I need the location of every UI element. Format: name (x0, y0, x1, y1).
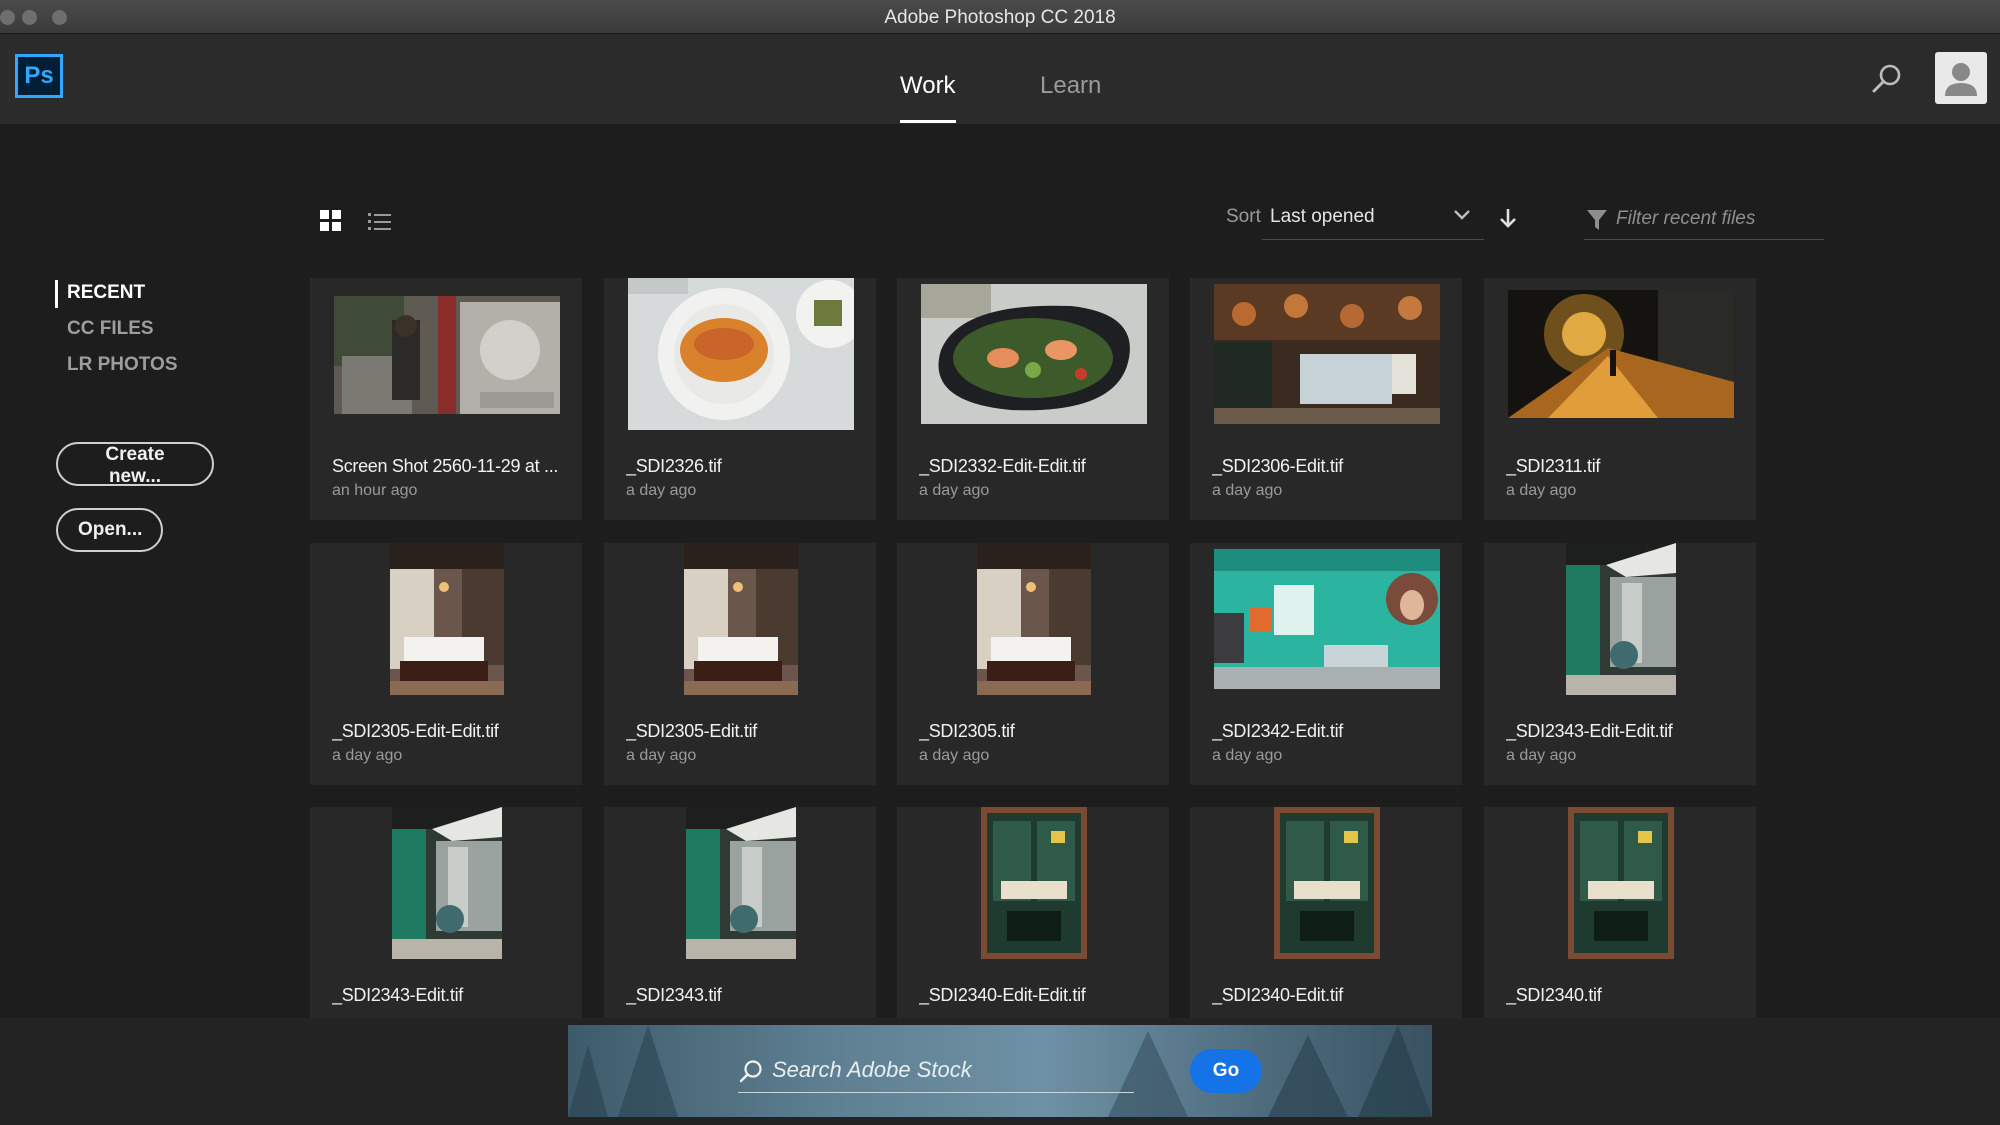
file-thumbnail (1508, 290, 1734, 418)
photoshop-logo: Ps (15, 54, 63, 98)
recent-file-card[interactable]: _SDI2343-Edit.tif (310, 807, 582, 1049)
stock-search-bar: Go (0, 1018, 2000, 1125)
search-icon[interactable] (1870, 62, 1904, 96)
file-name: _SDI2342-Edit.tif (1212, 721, 1343, 741)
file-name: _SDI2340-Edit-Edit.tif (919, 985, 1086, 1005)
recent-file-card[interactable]: _SDI2340-Edit-Edit.tif (897, 807, 1169, 1049)
file-name: _SDI2343-Edit-Edit.tif (1506, 721, 1673, 741)
file-thumbnail (390, 543, 504, 695)
file-last-opened: an hour ago (332, 482, 418, 499)
file-last-opened: a day ago (1506, 747, 1577, 764)
file-last-opened: a day ago (626, 482, 697, 499)
recent-file-card[interactable]: _SDI2305-Edit.tif a day ago (604, 543, 876, 785)
file-last-opened: a day ago (1212, 482, 1283, 499)
file-name: _SDI2340-Edit.tif (1212, 985, 1343, 1005)
file-name: _SDI2305-Edit-Edit.tif (332, 721, 499, 741)
file-thumbnail (1214, 284, 1440, 424)
file-thumbnail (684, 543, 798, 695)
file-name: _SDI2305.tif (919, 721, 1015, 741)
file-name: _SDI2343.tif (626, 985, 722, 1005)
file-thumbnail (686, 807, 796, 959)
open-button[interactable]: Open... (56, 508, 163, 552)
sort-label: Sort (1226, 206, 1261, 227)
file-thumbnail (1568, 807, 1674, 959)
tab-learn[interactable]: Learn (1040, 72, 1101, 100)
sidebar-nav: RECENT CC FILES LR PHOTOS (55, 280, 178, 388)
file-thumbnail (334, 296, 560, 414)
recent-file-card[interactable]: _SDI2342-Edit.tif a day ago (1190, 543, 1462, 785)
grid-view-icon[interactable] (320, 210, 342, 232)
file-name: _SDI2306-Edit.tif (1212, 456, 1343, 476)
file-last-opened: a day ago (919, 482, 990, 499)
chevron-down-icon[interactable] (1452, 208, 1472, 222)
file-last-opened: a day ago (626, 747, 697, 764)
recent-file-card[interactable]: _SDI2343-Edit-Edit.tif a day ago (1484, 543, 1756, 785)
file-last-opened: a day ago (1506, 482, 1577, 499)
file-name: _SDI2305-Edit.tif (626, 721, 757, 741)
window-titlebar: Adobe Photoshop CC 2018 (0, 0, 2000, 34)
recent-file-card[interactable]: _SDI2332-Edit-Edit.tif a day ago (897, 278, 1169, 520)
file-last-opened: a day ago (919, 747, 990, 764)
recent-file-card[interactable]: _SDI2340.tif (1484, 807, 1756, 1049)
file-name: _SDI2326.tif (626, 456, 722, 476)
file-thumbnail (981, 807, 1087, 959)
recent-file-card[interactable]: _SDI2306-Edit.tif a day ago (1190, 278, 1462, 520)
file-thumbnail (977, 543, 1091, 695)
user-avatar-button[interactable] (1935, 52, 1987, 104)
sort-direction-icon[interactable] (1498, 206, 1518, 230)
file-thumbnail (1566, 543, 1676, 695)
sidebar-item-recent[interactable]: RECENT (55, 280, 178, 308)
stock-search-panel: Go (568, 1025, 1432, 1117)
home-screen: Sort Last opened RECENT CC FILES LR PHOT… (0, 124, 2000, 1049)
recent-file-card[interactable]: _SDI2311.tif a day ago (1484, 278, 1756, 520)
recent-file-card[interactable]: _SDI2305.tif a day ago (897, 543, 1169, 785)
filter-recent-files-input[interactable] (1616, 206, 1816, 232)
file-thumbnail (392, 807, 502, 959)
recent-file-card[interactable]: _SDI2305-Edit-Edit.tif a day ago (310, 543, 582, 785)
sidebar-item-lr-photos[interactable]: LR PHOTOS (55, 352, 178, 388)
file-name: _SDI2340.tif (1506, 985, 1602, 1005)
file-name: _SDI2332-Edit-Edit.tif (919, 456, 1086, 476)
filter-funnel-icon (1587, 210, 1607, 230)
file-thumbnail (1274, 807, 1380, 959)
tab-work[interactable]: Work (900, 72, 956, 100)
file-last-opened: a day ago (1212, 747, 1283, 764)
recent-file-card[interactable]: _SDI2343.tif (604, 807, 876, 1049)
file-thumbnail (628, 278, 854, 430)
file-thumbnail (1214, 549, 1440, 689)
file-name: _SDI2343-Edit.tif (332, 985, 463, 1005)
file-name: _SDI2311.tif (1506, 456, 1601, 476)
sidebar-item-cc-files[interactable]: CC FILES (55, 316, 178, 352)
go-button[interactable]: Go (1190, 1049, 1262, 1093)
file-thumbnail (921, 284, 1147, 424)
app-header: Ps Work Learn (0, 34, 2000, 124)
window-title: Adobe Photoshop CC 2018 (884, 7, 1116, 28)
user-icon (1945, 63, 1977, 96)
file-last-opened: a day ago (332, 747, 403, 764)
list-view-icon[interactable] (368, 211, 392, 233)
recent-file-card[interactable]: Screen Shot 2560-11-29 at ... an hour ag… (310, 278, 582, 520)
search-underline (738, 1092, 1134, 1093)
search-adobe-stock-input[interactable] (772, 1053, 1072, 1087)
search-icon (739, 1060, 762, 1083)
recent-file-card[interactable]: _SDI2340-Edit.tif (1190, 807, 1462, 1049)
create-new-button[interactable]: Create new... (56, 442, 214, 487)
file-name: Screen Shot 2560-11-29 at ... (332, 456, 559, 476)
sort-value[interactable]: Last opened (1270, 206, 1375, 228)
recent-file-card[interactable]: _SDI2326.tif a day ago (604, 278, 876, 520)
active-tab-indicator (900, 120, 956, 123)
